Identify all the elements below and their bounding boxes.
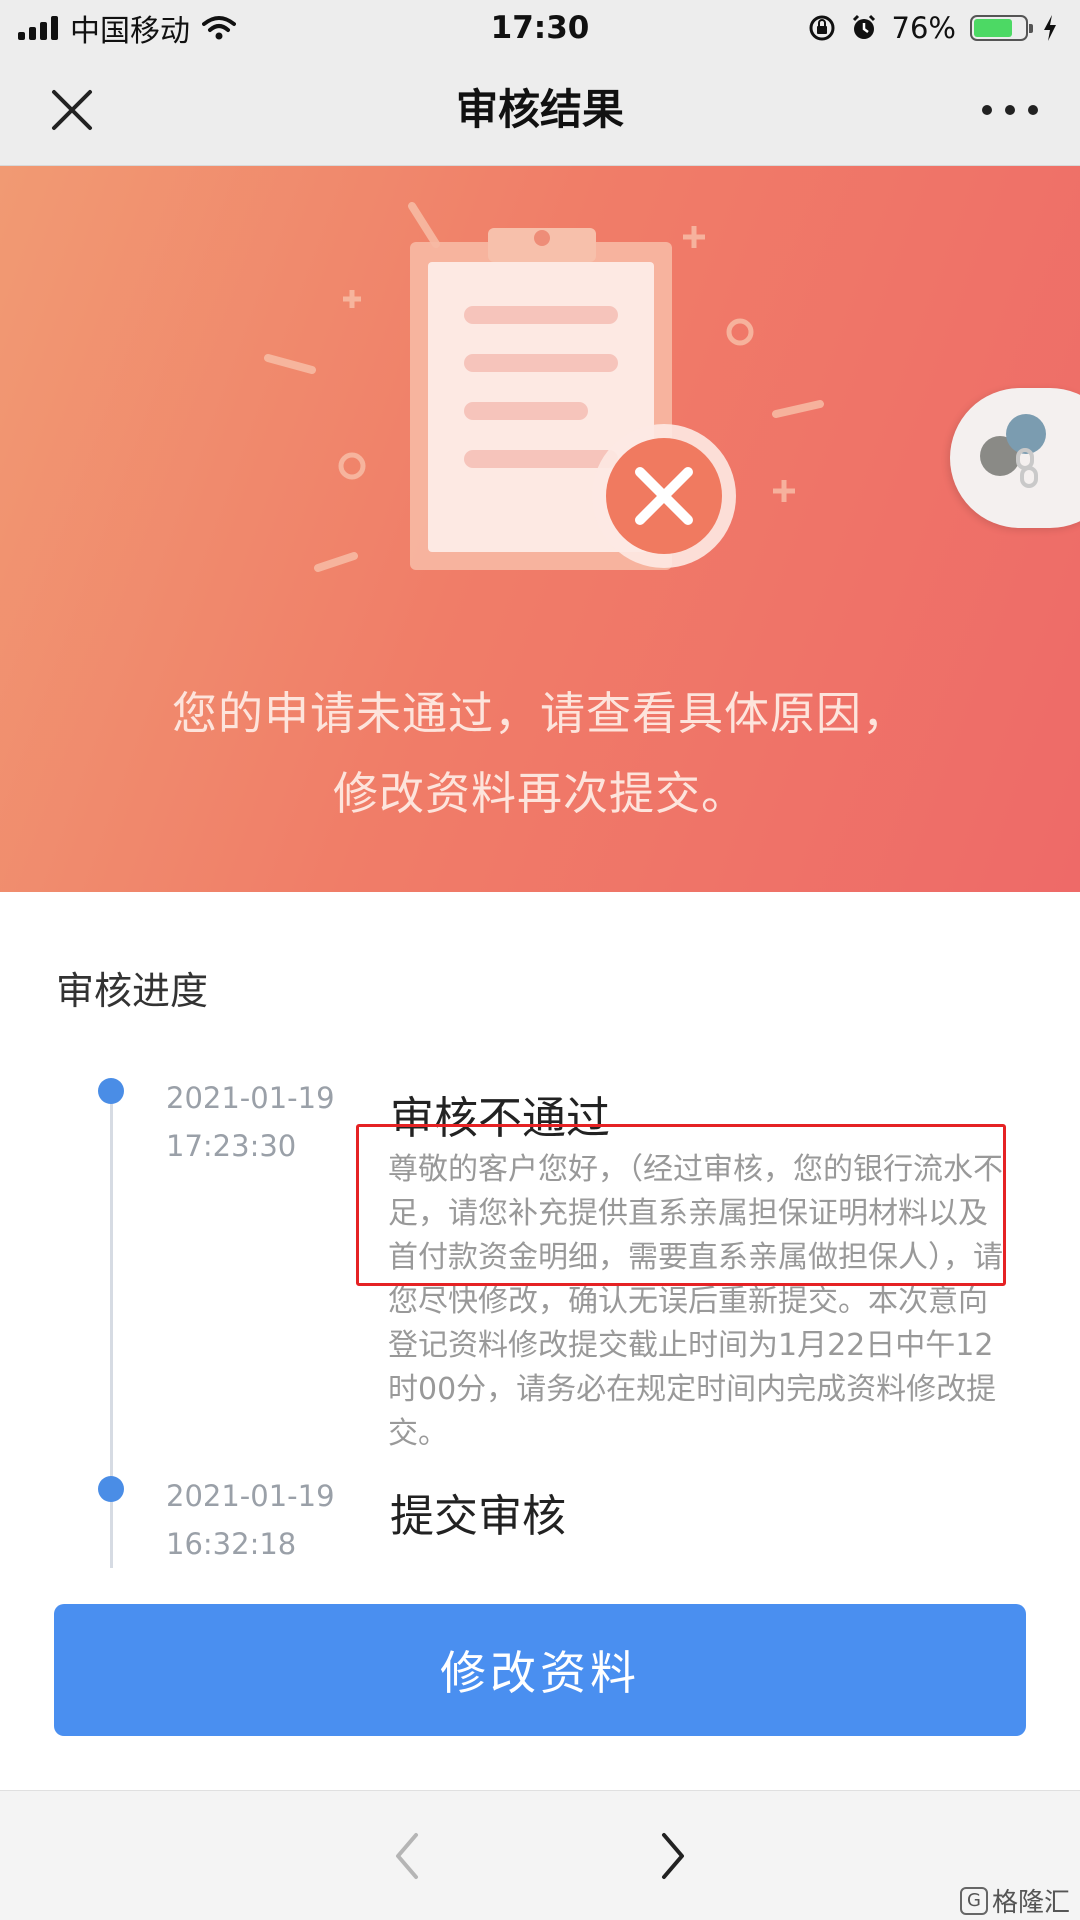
result-banner: 您的申请未通过，请查看具体原因， 修改资料再次提交。	[0, 166, 1080, 892]
result-message-line-2: 修改资料再次提交。	[332, 767, 747, 820]
charging-icon	[1044, 15, 1056, 41]
result-message: 您的申请未通过，请查看具体原因， 修改资料再次提交。	[60, 674, 1020, 834]
step-title: 提交审核	[390, 1491, 566, 1542]
progress-section-title: 审核进度	[56, 969, 209, 1013]
step-date: 2021-01-19	[166, 1479, 335, 1513]
orientation-lock-icon	[809, 15, 835, 41]
step-datetime: 2021-01-19 17:23:30	[166, 1074, 335, 1170]
chevron-left-icon[interactable]	[388, 1831, 428, 1881]
step-time: 17:23:30	[166, 1129, 297, 1163]
battery-percent: 76%	[891, 11, 956, 45]
watermark-text: 格隆汇	[991, 1888, 1070, 1918]
timeline-dot	[98, 1078, 124, 1104]
page-title: 审核结果	[455, 85, 624, 134]
battery-icon	[970, 15, 1033, 41]
step-datetime: 2021-01-19 16:32:18	[166, 1472, 335, 1568]
edit-info-button[interactable]: 修改资料	[54, 1604, 1026, 1736]
status-right: 76%	[808, 6, 1058, 50]
more-icon[interactable]	[982, 92, 1038, 128]
step-time: 16:32:18	[166, 1527, 297, 1561]
step-date: 2021-01-19	[166, 1081, 335, 1115]
timeline-dot	[98, 1476, 124, 1502]
highlight-annotation-box	[356, 1124, 1006, 1286]
close-icon[interactable]	[46, 84, 98, 136]
link-icon	[1016, 448, 1038, 488]
watermark: G 格隆汇	[959, 1882, 1070, 1919]
bottom-nav-bar	[0, 1790, 1080, 1920]
status-bar: 中国移动 17:30 76%	[0, 0, 1080, 54]
nav-bar: 审核结果	[0, 54, 1080, 166]
chevron-right-icon[interactable]	[652, 1831, 692, 1881]
watermark-logo: G	[959, 1886, 988, 1915]
result-message-line-1: 您的申请未通过，请查看具体原因，	[171, 687, 908, 740]
alarm-icon	[852, 14, 875, 39]
floating-chat-bubble[interactable]	[950, 388, 1080, 528]
